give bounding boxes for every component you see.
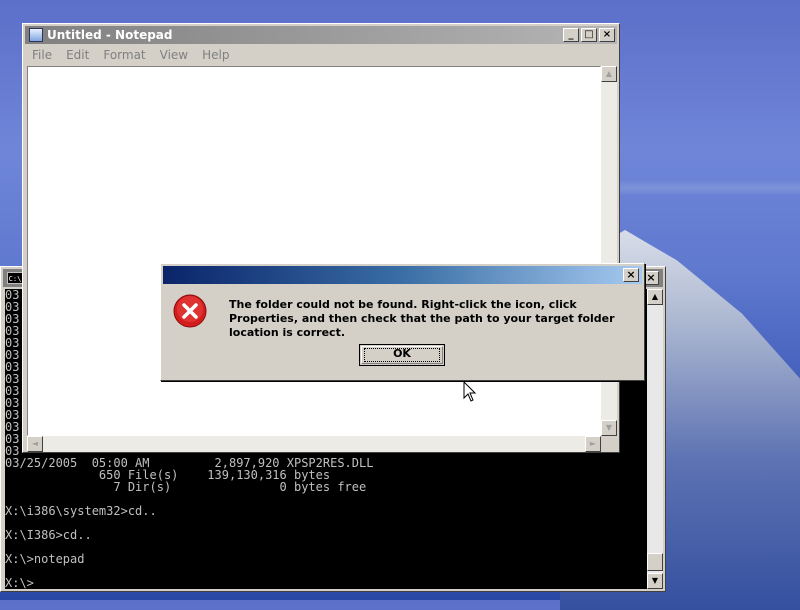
- console-icon: C:\: [7, 272, 23, 284]
- notepad-scroll-up-button[interactable]: ▲: [601, 66, 617, 82]
- console-close-button[interactable]: ×: [643, 271, 659, 285]
- console-line: X:\i386\system32>cd..: [5, 504, 157, 518]
- notepad-scroll-left-button[interactable]: ◄: [27, 436, 43, 452]
- menu-format[interactable]: Format: [96, 46, 152, 64]
- notepad-window[interactable]: Untitled - Notepad _ □ × File Edit Forma…: [22, 23, 620, 453]
- notepad-menu-bar: File Edit Format View Help: [25, 46, 617, 64]
- mouse-pointer-icon: [463, 381, 477, 402]
- ok-button-label: OK: [393, 347, 411, 360]
- dialog-close-button[interactable]: ×: [623, 268, 639, 282]
- console-line: X:\>: [5, 576, 34, 589]
- menu-edit[interactable]: Edit: [59, 46, 96, 64]
- dialog-title-bar[interactable]: ×: [163, 266, 642, 284]
- close-button[interactable]: ×: [599, 28, 615, 42]
- menu-help[interactable]: Help: [195, 46, 236, 64]
- console-scroll-thumb[interactable]: [647, 553, 663, 571]
- notepad-icon: [29, 28, 43, 42]
- error-icon: [173, 294, 207, 328]
- notepad-size-grip[interactable]: [601, 436, 617, 452]
- error-dialog[interactable]: × The folder could not be found. Right-c…: [160, 263, 645, 381]
- dialog-message: The folder could not be found. Right-cli…: [229, 298, 615, 339]
- notepad-scroll-down-button[interactable]: ▼: [601, 420, 617, 436]
- console-line: X:\I386>cd..: [5, 528, 92, 542]
- console-scroll-up-button[interactable]: ▲: [647, 289, 663, 305]
- notepad-horizontal-scrollbar[interactable]: ◄ ►: [27, 436, 601, 452]
- console-line: X:\>notepad: [5, 552, 85, 566]
- minimize-button[interactable]: _: [563, 28, 579, 42]
- console-vertical-scrollbar[interactable]: ▲ ▼: [647, 289, 663, 589]
- notepad-scroll-right-button[interactable]: ►: [585, 436, 601, 452]
- notepad-title-bar[interactable]: Untitled - Notepad _ □ ×: [25, 26, 617, 44]
- maximize-button[interactable]: □: [581, 28, 597, 42]
- menu-file[interactable]: File: [25, 46, 59, 64]
- desktop-horizon: [620, 180, 800, 196]
- console-scroll-down-button[interactable]: ▼: [647, 573, 663, 589]
- notepad-title: Untitled - Notepad: [47, 28, 173, 42]
- menu-view[interactable]: View: [153, 46, 195, 64]
- console-line: 7 Dir(s) 0 bytes free: [5, 480, 367, 494]
- ok-button[interactable]: OK: [359, 344, 445, 366]
